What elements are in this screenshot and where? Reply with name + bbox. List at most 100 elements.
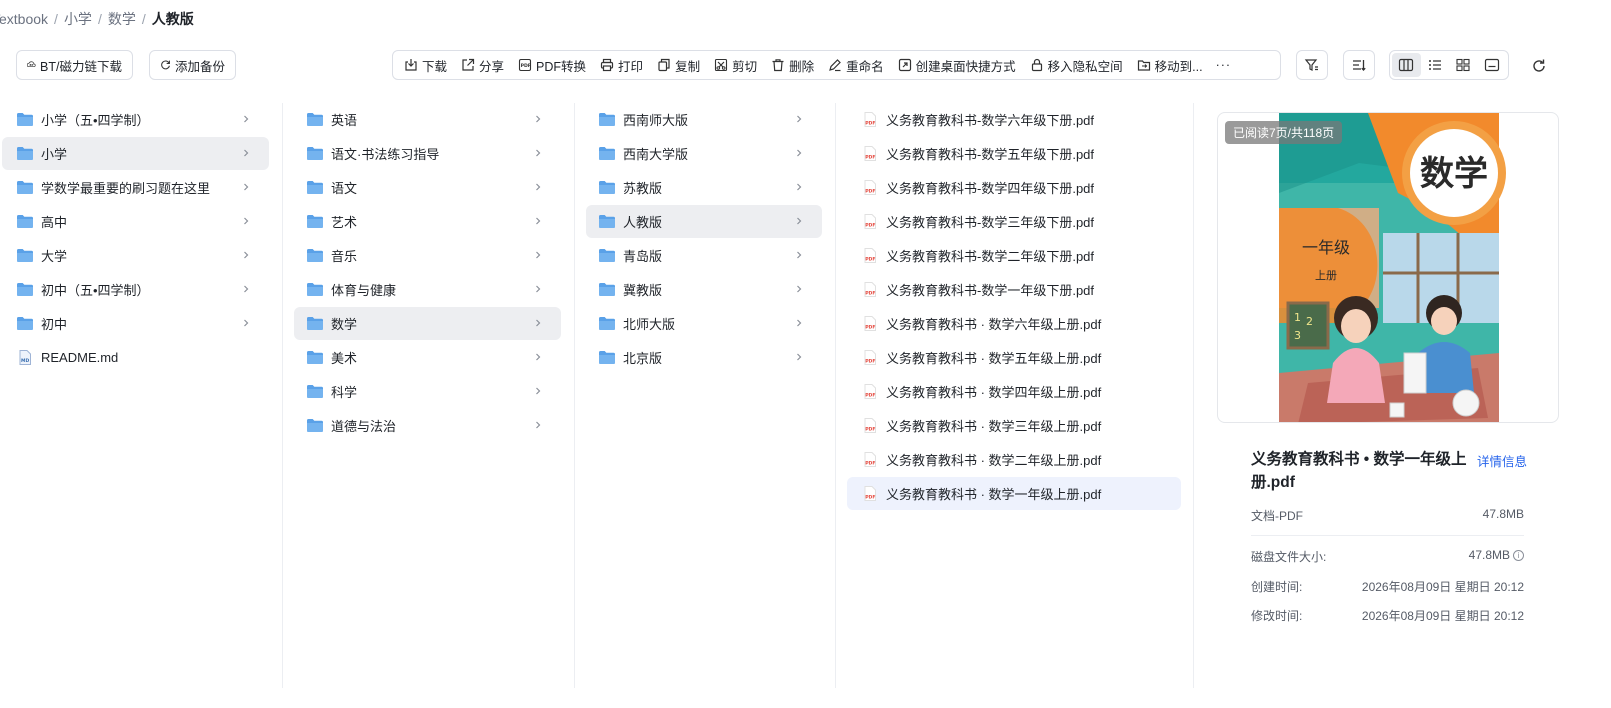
folder-row[interactable]: 青岛版 xyxy=(586,239,822,272)
svg-text:PDF: PDF xyxy=(865,121,875,127)
more-button[interactable]: ··· xyxy=(1210,52,1238,78)
svg-text:PDF: PDF xyxy=(865,325,875,331)
cover-numbers-2: 2 xyxy=(1306,315,1313,328)
print-button[interactable]: 打印 xyxy=(593,52,650,78)
detail-info-link[interactable]: 详情信息 xyxy=(1477,451,1527,470)
folder-row[interactable]: 初中（五•四学制） xyxy=(2,273,269,306)
folder-row[interactable]: 道德与法治 xyxy=(294,409,561,442)
folder-row[interactable]: 苏教版 xyxy=(586,171,822,204)
breadcrumb-separator: / xyxy=(97,11,102,27)
folder-name: 小学 xyxy=(41,147,68,162)
info-icon[interactable]: i xyxy=(1513,550,1524,561)
cover-numbers-1: 1 xyxy=(1294,311,1301,324)
folder-row[interactable]: 语文·书法练习指导 xyxy=(294,137,561,170)
folder-row[interactable]: 北京版 xyxy=(586,341,822,374)
sort-button[interactable] xyxy=(1343,50,1375,80)
svg-text:PDF: PDF xyxy=(865,359,875,365)
folder-row[interactable]: 美术 xyxy=(294,341,561,374)
folder-name: 美术 xyxy=(331,351,358,366)
file-row[interactable]: PDF 义务教育教科书-数学一年级下册.pdf xyxy=(847,273,1181,306)
download-button[interactable]: 下载 xyxy=(397,52,454,78)
copy-button[interactable]: 复制 xyxy=(650,52,707,78)
grid-view-button[interactable] xyxy=(1449,53,1478,77)
folder-row[interactable]: 人教版 xyxy=(586,205,822,238)
create-shortcut-button[interactable]: 创建桌面快捷方式 xyxy=(891,52,1023,78)
delete-button[interactable]: 删除 xyxy=(764,52,821,78)
file-row[interactable]: PDF 义务教育教科书 · 数学四年级上册.pdf xyxy=(847,375,1181,408)
pencil-icon xyxy=(829,59,841,72)
file-row[interactable]: PDF 义务教育教科书-数学四年级下册.pdf xyxy=(847,171,1181,204)
move-to-private-label: 移入隐私空间 xyxy=(1047,59,1123,74)
file-row[interactable]: PDF 义务教育教科书-数学二年级下册.pdf xyxy=(847,239,1181,272)
folder-name: 青岛版 xyxy=(623,249,663,264)
folder-row[interactable]: 初中 xyxy=(2,307,269,340)
file-row[interactable]: PDF 义务教育教科书 · 数学三年级上册.pdf xyxy=(847,409,1181,442)
folder-row[interactable]: 音乐 xyxy=(294,239,561,272)
file-row[interactable]: PDF 义务教育教科书 · 数学二年级上册.pdf xyxy=(847,443,1181,476)
folder-row[interactable]: 语文 xyxy=(294,171,561,204)
file-name: 义务教育教科书-数学四年级下册.pdf xyxy=(886,181,1095,196)
preview-panel-button[interactable] xyxy=(1478,53,1507,77)
breadcrumb-textbook[interactable]: Textbook xyxy=(0,11,48,27)
folder-name: 北京版 xyxy=(623,351,663,366)
column-divider xyxy=(835,103,836,688)
folder-row[interactable]: 小学 xyxy=(2,137,269,170)
move-to-private-button[interactable]: 移入隐私空间 xyxy=(1023,52,1130,78)
folder-row[interactable]: 英语 xyxy=(294,103,561,136)
refresh-button[interactable] xyxy=(1528,55,1550,77)
list-view-button[interactable] xyxy=(1421,53,1450,77)
chevron-right-icon xyxy=(244,251,249,259)
folder-row[interactable]: 大学 xyxy=(2,239,269,272)
bt-magnet-download-button[interactable]: BT BT/磁力链下载 xyxy=(16,50,133,80)
file-row[interactable]: PDF 义务教育教科书-数学六年级下册.pdf xyxy=(847,103,1181,136)
disk-size-label: 磁盘文件大小: xyxy=(1251,550,1327,564)
chevron-right-icon xyxy=(536,115,541,123)
file-size-value: 47.8MB xyxy=(1482,507,1524,521)
trash-icon xyxy=(772,59,784,72)
copy-label: 复制 xyxy=(675,59,701,74)
folder-row[interactable]: 数学 xyxy=(294,307,561,340)
chevron-right-icon xyxy=(536,353,541,361)
move-to-button[interactable]: 移动到... xyxy=(1130,52,1210,78)
cover-grade: 一年级 xyxy=(1302,238,1350,257)
book-cover-image: 数学 一年级 上册 1 2 3 xyxy=(1279,113,1506,422)
folder-row[interactable]: 冀教版 xyxy=(586,273,822,306)
folder-row[interactable]: 西南师大版 xyxy=(586,103,822,136)
svg-text:PDF: PDF xyxy=(865,495,875,501)
folder-icon xyxy=(307,215,323,228)
pdf-convert-button[interactable]: PDF PDF转换 xyxy=(511,52,593,78)
chevron-right-icon xyxy=(536,285,541,293)
file-name: 义务教育教科书 · 数学一年级上册.pdf xyxy=(886,487,1102,502)
folder-row[interactable]: 学数学最重要的刷习题在这里 xyxy=(2,171,269,204)
folder-row[interactable]: 艺术 xyxy=(294,205,561,238)
file-name: 义务教育教科书 · 数学四年级上册.pdf xyxy=(886,385,1102,400)
rename-label: 重命名 xyxy=(846,59,884,74)
column-view-button[interactable] xyxy=(1392,53,1421,77)
file-row[interactable]: PDF 义务教育教科书 · 数学五年级上册.pdf xyxy=(847,341,1181,374)
breadcrumb-primary[interactable]: 小学 xyxy=(64,9,92,29)
preview-card[interactable]: 数学 一年级 上册 1 2 3 xyxy=(1217,112,1559,423)
file-row[interactable]: PDF 义务教育教科书-数学五年级下册.pdf xyxy=(847,137,1181,170)
add-backup-button[interactable]: 添加备份 xyxy=(149,50,236,80)
folder-row[interactable]: 高中 xyxy=(2,205,269,238)
folder-row[interactable]: 科学 xyxy=(294,375,561,408)
folder-name: 语文·书法练习指导 xyxy=(331,147,440,162)
folder-row[interactable]: 小学（五•四学制） xyxy=(2,103,269,136)
file-row[interactable]: PDF 义务教育教科书-数学三年级下册.pdf xyxy=(847,205,1181,238)
rename-button[interactable]: 重命名 xyxy=(821,52,891,78)
backup-icon xyxy=(161,60,170,70)
print-label: 打印 xyxy=(618,59,644,74)
filter-button[interactable] xyxy=(1296,50,1328,80)
folder-name: 艺术 xyxy=(331,215,358,230)
chevron-right-icon xyxy=(244,149,249,157)
file-row[interactable]: PDF 义务教育教科书 · 数学一年级上册.pdf xyxy=(847,477,1181,510)
breadcrumb-math[interactable]: 数学 xyxy=(108,9,136,29)
folder-row[interactable]: MD README.md xyxy=(2,341,269,374)
folder-row[interactable]: 体育与健康 xyxy=(294,273,561,306)
share-button[interactable]: 分享 xyxy=(454,52,511,78)
folder-name: 英语 xyxy=(331,113,358,128)
file-row[interactable]: PDF 义务教育教科书 · 数学六年级上册.pdf xyxy=(847,307,1181,340)
folder-row[interactable]: 北师大版 xyxy=(586,307,822,340)
cut-button[interactable]: 剪切 xyxy=(707,52,764,78)
folder-row[interactable]: 西南大学版 xyxy=(586,137,822,170)
